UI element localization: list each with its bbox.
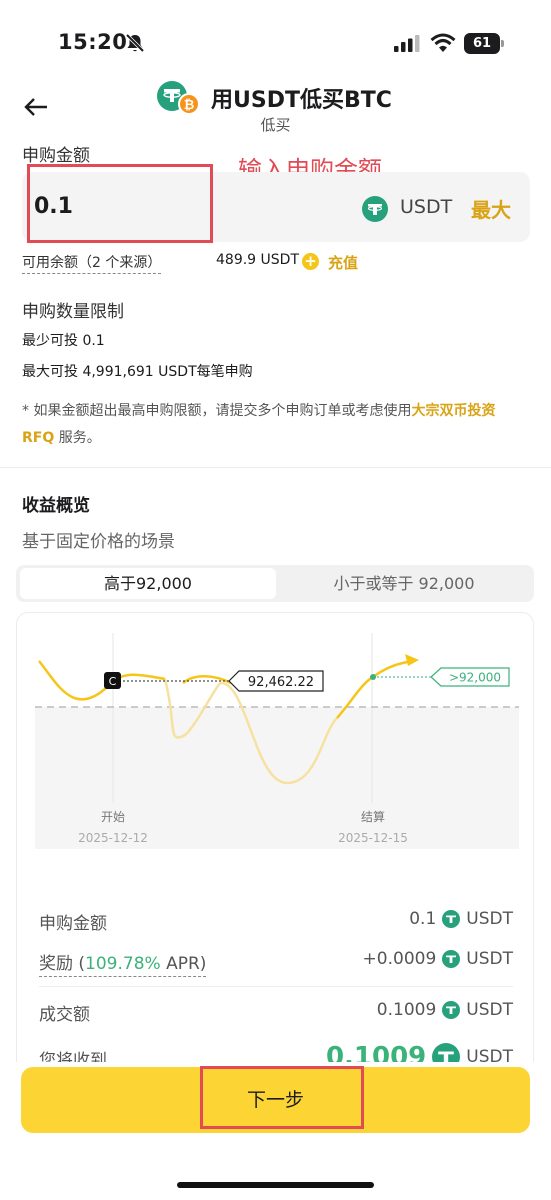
recharge-link[interactable]: 充值: [328, 252, 358, 273]
reward-apr-suffix: APR): [160, 954, 207, 974]
rfq-note: * 如果金额超出最高申购限额，请提交多个申购订单或考虑使用大宗双币投资 RFQ …: [22, 398, 532, 452]
status-bar: 15:20 61: [0, 0, 551, 80]
battery-level: 61: [464, 33, 500, 54]
usdt-coin-icon: [362, 196, 388, 222]
summary-deal-row: 成交额 0.1009 USDT: [39, 1000, 513, 1026]
usdt-btc-pair-icon: ₿: [157, 81, 200, 115]
section-divider: [0, 467, 551, 468]
limits-title: 申购数量限制: [22, 302, 124, 322]
svg-text:₿: ₿: [184, 98, 195, 113]
balance-value: 489.9 USDT: [216, 252, 299, 268]
end-date: 2025-12-15: [338, 831, 408, 845]
summary-reward-label[interactable]: 奖励 (109.78% APR): [39, 949, 207, 977]
status-time: 15:20: [58, 30, 128, 54]
limit-max: 最大可投 4,991,691 USDT每笔申购: [22, 364, 253, 380]
balance-label[interactable]: 可用余额（2 个来源）: [22, 255, 162, 274]
bell-muted-icon: [125, 33, 145, 53]
summary-reward-row: 奖励 (109.78% APR) +0.0009 USDT: [39, 949, 513, 977]
amount-label: 申购金额: [22, 146, 90, 166]
signal-icon: [394, 35, 420, 52]
page-title: 用USDT低买BTC: [211, 88, 392, 113]
summary-subscribe-right: 0.1 USDT: [409, 909, 513, 929]
end-label: 结算: [361, 809, 385, 824]
summary-reward-currency: USDT: [466, 949, 513, 969]
scenario-chart: C 92,462.22 >92,000 开始 2025-12-12 结算 202…: [35, 633, 519, 849]
summary-reward-right: +0.0009 USDT: [363, 949, 513, 969]
reward-apr: 109.78%: [85, 954, 161, 974]
summary-deal-right: 0.1009 USDT: [377, 1000, 513, 1020]
limit-min: 最少可投 0.1: [22, 333, 105, 349]
earnings-card: C 92,462.22 >92,000 开始 2025-12-12 结算 202…: [16, 612, 534, 1072]
tab-above[interactable]: 高于92,000: [20, 568, 276, 599]
max-button[interactable]: 最大: [471, 194, 511, 223]
summary-deal-value: 0.1009: [376, 1000, 437, 1020]
summary-subscribe-label: 申购金额: [39, 914, 107, 934]
summary-subscribe-value: 0.1: [409, 909, 437, 929]
summary-deal-currency: USDT: [466, 1000, 513, 1020]
annotation-highlight-box: [27, 164, 213, 243]
note-suffix: 服务。: [54, 430, 101, 446]
usdt-coin-icon: [442, 950, 461, 968]
target-label: >92,000: [449, 671, 501, 685]
summary-reward-value: +0.0009: [362, 949, 437, 969]
battery-indicator: 61: [464, 33, 504, 54]
earnings-subtitle: 基于固定价格的场景: [22, 532, 175, 552]
settle-point: [370, 674, 376, 680]
price-path-mid: [182, 675, 232, 685]
summary-divider: [39, 986, 513, 987]
battery-tip: [501, 40, 504, 47]
next-annotation-box: [200, 1066, 364, 1129]
note-prefix: * 如果金额超出最高申购限额，请提交多个申购订单或考虑使用: [22, 403, 412, 419]
start-label: 开始: [101, 810, 125, 824]
wifi-icon: [430, 33, 456, 52]
home-indicator[interactable]: [177, 1182, 374, 1188]
reward-text: 奖励: [39, 954, 73, 974]
plus-icon[interactable]: +: [302, 253, 319, 270]
amount-currency: USDT: [400, 196, 453, 218]
price-path-main: [38, 660, 166, 701]
price-arrow-head: [405, 654, 419, 666]
current-marker-label: C: [109, 675, 117, 688]
current-price-label: 92,462.22: [248, 675, 314, 690]
usdt-coin-icon: [442, 910, 461, 928]
earnings-title: 收益概览: [22, 496, 90, 516]
summary-subscribe-currency: USDT: [466, 909, 513, 929]
summary-subscribe-row: 申购金额 0.1 USDT: [39, 909, 513, 935]
tab-below[interactable]: 小于或等于 92,000: [278, 568, 530, 599]
page-subtitle: 低买: [260, 116, 291, 134]
usdt-coin-icon: [442, 1001, 461, 1019]
summary-deal-label: 成交额: [39, 1005, 90, 1025]
balance-row: 可用余额（2 个来源） 489.9 USDT + 充值: [22, 252, 358, 274]
start-date: 2025-12-12: [78, 831, 148, 845]
scenario-tabs: 高于92,000 小于或等于 92,000: [16, 565, 534, 602]
